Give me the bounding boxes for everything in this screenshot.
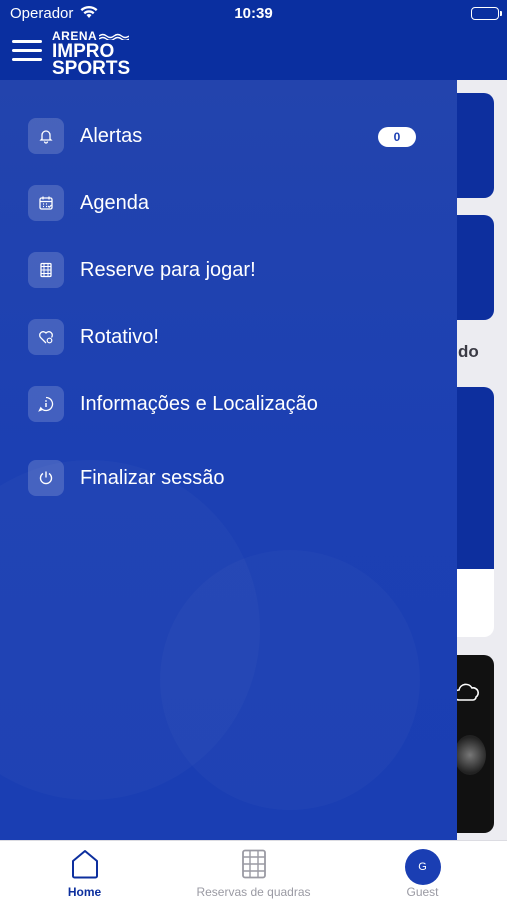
battery-icon [471, 7, 502, 20]
tab-reservas[interactable]: Reservas de quadras [169, 841, 338, 900]
section-title-partial: do [458, 342, 479, 361]
menu-item-informacoes[interactable]: Informações e Localização [28, 385, 428, 423]
menu-item-label: Finalizar sessão [80, 466, 225, 489]
court-icon [241, 849, 267, 884]
clock: 10:39 [234, 5, 273, 22]
status-bar: Operador 10:39 [0, 0, 507, 30]
heart-icon [28, 319, 64, 355]
bottom-tab-bar: Home Reservas de quadras G Guest [0, 840, 507, 900]
menu-item-label: Rotativo! [80, 325, 159, 348]
app-header: ARENA IMPRO SPORTS [0, 30, 507, 80]
power-icon [28, 460, 64, 496]
tab-label: Guest [406, 885, 439, 899]
menu-item-reserve[interactable]: Reserve para jogar! [28, 251, 428, 289]
weather-image [454, 735, 486, 775]
tab-label: Reservas de quadras [196, 885, 311, 899]
side-drawer: Alertas 0 Agenda Reserve para jogar! Rot… [0, 80, 457, 840]
tab-home[interactable]: Home [0, 841, 169, 900]
info-icon [28, 386, 64, 422]
court-icon [28, 252, 64, 288]
logo-line-3: SPORTS [52, 58, 131, 79]
hamburger-menu-button[interactable] [12, 38, 44, 64]
menu-item-rotativo[interactable]: Rotativo! [28, 318, 428, 356]
tab-guest[interactable]: G Guest [338, 841, 507, 900]
wave-icon [99, 33, 130, 40]
menu-item-agenda[interactable]: Agenda [28, 184, 428, 222]
menu-item-finalizar-sessao[interactable]: Finalizar sessão [28, 459, 428, 497]
avatar: G [404, 849, 441, 885]
alerts-count-badge: 0 [378, 127, 416, 147]
home-icon [71, 849, 99, 884]
menu-item-label: Reserve para jogar! [80, 258, 256, 281]
calendar-icon [28, 185, 64, 221]
menu-item-alertas[interactable]: Alertas [28, 117, 428, 155]
menu-item-label: Agenda [80, 191, 149, 214]
menu-item-label: Informações e Localização [80, 392, 318, 415]
menu-item-label: Alertas [80, 124, 143, 147]
arena-impro-sports-logo: ARENA IMPRO SPORTS [52, 30, 130, 78]
tab-label: Home [67, 885, 102, 899]
bell-icon [28, 118, 64, 154]
